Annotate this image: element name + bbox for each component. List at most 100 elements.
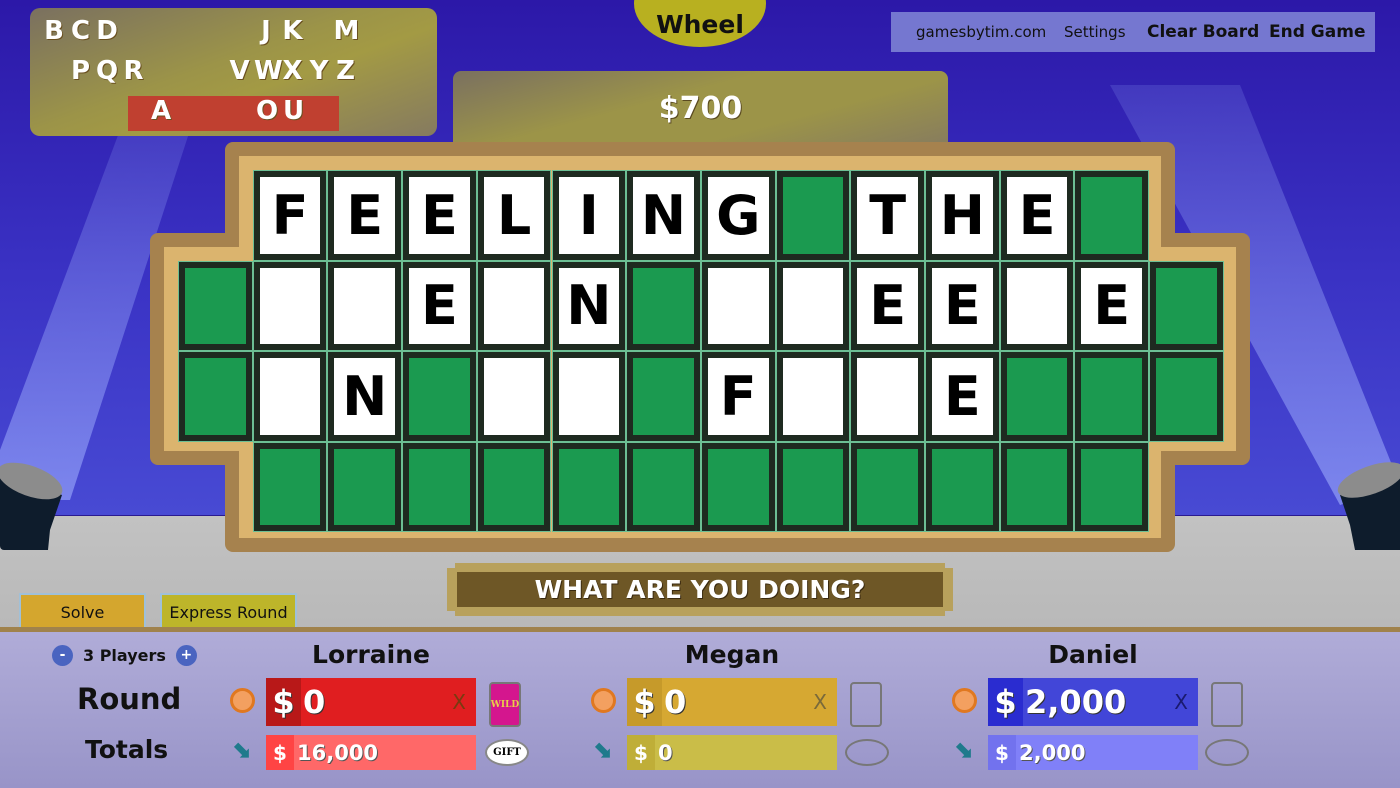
board-tile-revealed[interactable]: N bbox=[626, 170, 701, 261]
bank-arrow-icon[interactable]: ⬊ bbox=[953, 735, 973, 763]
tile-letter bbox=[707, 448, 769, 525]
board-tile-hidden[interactable] bbox=[476, 351, 552, 442]
settings-button[interactable]: Settings bbox=[1064, 23, 1126, 41]
board-tile-unused bbox=[551, 441, 627, 532]
board-tile-revealed[interactable]: N bbox=[327, 351, 403, 442]
board-tile-hidden[interactable] bbox=[476, 260, 552, 351]
board-tile-unused bbox=[700, 441, 776, 532]
tile-letter bbox=[259, 448, 321, 525]
wheel-button[interactable]: Wheel bbox=[634, 0, 766, 47]
solve-button[interactable]: Solve bbox=[19, 593, 146, 629]
wild-card-icon[interactable]: WILD bbox=[489, 682, 521, 727]
board-tile-revealed[interactable]: E bbox=[1074, 260, 1150, 351]
board-tile-revealed[interactable]: E bbox=[402, 260, 477, 351]
tile-letter: N bbox=[334, 358, 396, 435]
gift-slot-empty[interactable] bbox=[845, 739, 889, 766]
used-letter-p: P bbox=[70, 56, 91, 86]
board-tile-unused bbox=[626, 441, 701, 532]
spin-value-display: $700 bbox=[453, 71, 948, 151]
tile-letter bbox=[782, 358, 844, 435]
remove-player-button[interactable]: - bbox=[52, 644, 73, 666]
bankrupt-x-button[interactable]: X bbox=[452, 690, 466, 714]
player-name[interactable]: Megan bbox=[627, 640, 837, 669]
board-tile-revealed[interactable]: E bbox=[402, 170, 477, 261]
board-tile-revealed[interactable]: E bbox=[925, 351, 1000, 442]
clear-board-button[interactable]: Clear Board bbox=[1147, 22, 1259, 42]
board-tile-hidden[interactable] bbox=[551, 351, 627, 442]
board-tile-revealed[interactable]: F bbox=[252, 170, 328, 261]
board-tile-revealed[interactable]: I bbox=[551, 170, 627, 261]
turn-indicator-icon[interactable] bbox=[591, 688, 616, 713]
gift-slot-empty[interactable] bbox=[1205, 739, 1249, 766]
category-banner: WHAT ARE YOU DOING? bbox=[447, 563, 953, 616]
used-letter-w: W bbox=[254, 56, 283, 86]
board-tile-revealed[interactable]: F bbox=[700, 351, 776, 442]
round-score[interactable]: $ 2,000 X bbox=[988, 678, 1198, 726]
dollar-sign: $ bbox=[627, 678, 662, 726]
tile-letter bbox=[1006, 267, 1068, 344]
tile-letter: E bbox=[409, 177, 470, 254]
used-letter-d: D bbox=[96, 16, 118, 46]
turn-indicator-icon[interactable] bbox=[230, 688, 255, 713]
tile-letter bbox=[633, 267, 694, 344]
board-tile-revealed[interactable]: E bbox=[850, 260, 925, 351]
board-tile-revealed[interactable]: N bbox=[551, 260, 627, 351]
site-link[interactable]: gamesbytim.com bbox=[916, 23, 1046, 41]
player-name[interactable]: Lorraine bbox=[266, 640, 476, 669]
used-letter-m: M bbox=[333, 16, 360, 46]
gift-tag-icon[interactable]: GIFT bbox=[485, 739, 529, 766]
tile-letter bbox=[1156, 358, 1217, 435]
bankrupt-x-button[interactable]: X bbox=[813, 690, 827, 714]
board-tile-revealed[interactable]: E bbox=[925, 260, 1000, 351]
board-tile-unused bbox=[327, 441, 403, 532]
category-text: WHAT ARE YOU DOING? bbox=[457, 572, 943, 607]
turn-indicator-icon[interactable] bbox=[952, 688, 977, 713]
board-tile-revealed[interactable]: L bbox=[476, 170, 552, 261]
board-tile-hidden[interactable] bbox=[700, 260, 776, 351]
board-tile-revealed[interactable]: T bbox=[850, 170, 925, 261]
round-amount: 0 bbox=[303, 683, 326, 721]
board-tile-unused bbox=[775, 170, 851, 261]
tile-letter bbox=[409, 448, 470, 525]
board-tile-revealed[interactable]: E bbox=[999, 170, 1075, 261]
board-tile-unused bbox=[1149, 260, 1224, 351]
wild-card-slot-empty[interactable] bbox=[850, 682, 882, 727]
player-count-label: 3 Players bbox=[83, 645, 166, 665]
board-tile-revealed[interactable]: E bbox=[327, 170, 403, 261]
player-name[interactable]: Daniel bbox=[988, 640, 1198, 669]
tile-letter: F bbox=[259, 177, 321, 254]
tile-letter bbox=[782, 267, 844, 344]
used-letter-b: B bbox=[44, 16, 64, 46]
round-amount: 0 bbox=[664, 683, 687, 721]
tile-letter: E bbox=[857, 267, 918, 344]
board-tile-hidden[interactable] bbox=[999, 260, 1075, 351]
tile-letter: E bbox=[932, 358, 993, 435]
board-tile-hidden[interactable] bbox=[775, 260, 851, 351]
board-tile-unused bbox=[252, 441, 328, 532]
board-tile-hidden[interactable] bbox=[327, 260, 403, 351]
wild-card-slot-empty[interactable] bbox=[1211, 682, 1243, 727]
board-tile-hidden[interactable] bbox=[850, 351, 925, 442]
express-round-button[interactable]: Express Round bbox=[160, 593, 297, 629]
board-tile-hidden[interactable] bbox=[252, 351, 328, 442]
bankrupt-x-button[interactable]: X bbox=[1174, 690, 1188, 714]
add-player-button[interactable]: + bbox=[175, 644, 197, 666]
round-score[interactable]: $ 0 X bbox=[627, 678, 837, 726]
bank-arrow-icon[interactable]: ⬊ bbox=[231, 735, 251, 763]
dollar-sign: $ bbox=[266, 735, 294, 770]
board-tile-unused bbox=[925, 441, 1000, 532]
dollar-sign: $ bbox=[988, 678, 1023, 726]
tile-letter bbox=[483, 448, 545, 525]
dollar-sign: $ bbox=[266, 678, 301, 726]
bank-arrow-icon[interactable]: ⬊ bbox=[592, 735, 612, 763]
tile-letter bbox=[185, 267, 246, 344]
board-tile-hidden[interactable] bbox=[775, 351, 851, 442]
end-game-button[interactable]: End Game bbox=[1269, 22, 1365, 42]
tile-letter bbox=[334, 267, 396, 344]
board-tile-hidden[interactable] bbox=[252, 260, 328, 351]
board-tile-revealed[interactable]: H bbox=[925, 170, 1000, 261]
board-tile-revealed[interactable]: G bbox=[700, 170, 776, 261]
round-score[interactable]: $ 0 X bbox=[266, 678, 476, 726]
board-tile-unused bbox=[1074, 441, 1150, 532]
tile-letter bbox=[1081, 358, 1143, 435]
